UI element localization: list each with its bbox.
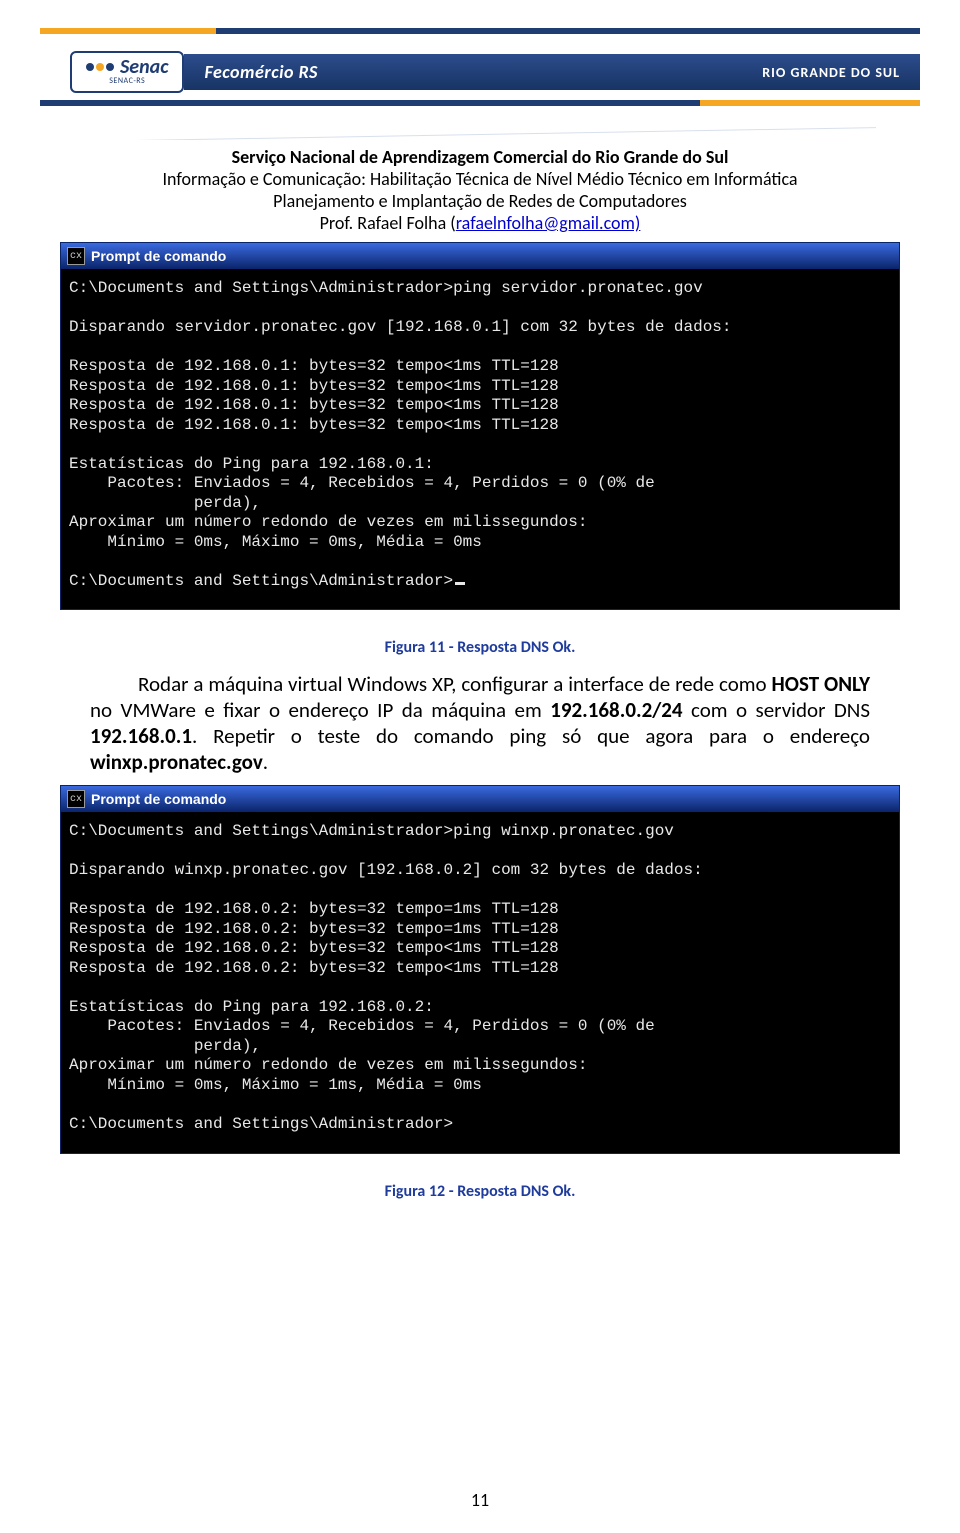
senac-logo: Senac SENAC-RS xyxy=(70,51,184,93)
logo-dot xyxy=(106,63,114,71)
cmd-line: Disparando winxp.pronatec.gov [192.168.0… xyxy=(69,861,703,879)
header-line-3: Planejamento e Implantação de Redes de C… xyxy=(80,190,880,212)
para-text: . xyxy=(263,749,268,775)
cmd-line: Resposta de 192.168.0.2: bytes=32 tempo<… xyxy=(69,939,559,957)
header-line-2: Informação e Comunicação: Habilitação Té… xyxy=(80,168,880,190)
cmd-line: perda), xyxy=(69,494,261,512)
cmd-line: Resposta de 192.168.0.1: bytes=32 tempo<… xyxy=(69,396,559,414)
cmd-line: Resposta de 192.168.0.2: bytes=32 tempo=… xyxy=(69,920,559,938)
cmd-line: C:\Documents and Settings\Administrador> xyxy=(69,572,453,590)
cmd-cursor xyxy=(455,582,465,585)
para-text: no VMWare e fixar o endereço IP da máqui… xyxy=(90,697,550,723)
cmd-output: C:\Documents and Settings\Administrador>… xyxy=(61,269,899,609)
banner-mid-bar: Fecomércio RS RIO GRANDE DO SUL xyxy=(184,54,920,90)
cmd-window-1: cx Prompt de comando C:\Documents and Se… xyxy=(60,242,900,610)
header-line-4: Prof. Rafael Folha (rafaelnfolha@gmail.c… xyxy=(80,212,880,234)
cmd-line: Mínimo = 0ms, Máximo = 1ms, Média = 0ms xyxy=(69,1076,482,1094)
cmd-line: C:\Documents and Settings\Administrador>… xyxy=(69,822,674,840)
cmd-line: Mínimo = 0ms, Máximo = 0ms, Média = 0ms xyxy=(69,533,482,551)
cmd-line: C:\Documents and Settings\Administrador> xyxy=(69,1115,453,1133)
para-text: com o servidor DNS xyxy=(683,697,870,723)
document-header-text: Serviço Nacional de Aprendizagem Comerci… xyxy=(80,146,880,234)
cmd-output: C:\Documents and Settings\Administrador>… xyxy=(61,812,899,1152)
para-bold: winxp.pronatec.gov xyxy=(90,749,263,775)
para-bold: 192.168.0.2/24 xyxy=(550,697,682,723)
cmd-titlebar: cx Prompt de comando xyxy=(61,243,899,269)
cmd-line: Pacotes: Enviados = 4, Recebidos = 4, Pe… xyxy=(69,474,655,492)
rgs-label: RIO GRANDE DO SUL xyxy=(762,64,900,81)
cmd-icon: cx xyxy=(67,247,85,265)
figure-caption-12: Figura 12 - Resposta DNS Ok. xyxy=(0,1182,960,1201)
banner-middle-row: Senac SENAC-RS Fecomércio RS RIO GRANDE … xyxy=(40,50,920,94)
logo-dot xyxy=(96,63,104,71)
senac-label: Senac xyxy=(120,57,168,77)
cmd-line: perda), xyxy=(69,1037,261,1055)
para-bold: 192.168.0.1 xyxy=(90,723,192,749)
cmd-line: Resposta de 192.168.0.1: bytes=32 tempo<… xyxy=(69,377,559,395)
fecomercio-label: Fecomércio RS xyxy=(204,61,317,83)
cmd-line: C:\Documents and Settings\Administrador>… xyxy=(69,279,703,297)
para-text: Rodar a máquina virtual Windows XP, conf… xyxy=(138,671,772,697)
banner-stripe-top xyxy=(40,28,920,34)
cmd-line: Resposta de 192.168.0.2: bytes=32 tempo=… xyxy=(69,900,559,918)
para-text: . Repetir o teste do comando ping só que… xyxy=(192,723,870,749)
cmd-line: Resposta de 192.168.0.1: bytes=32 tempo<… xyxy=(69,416,559,434)
header-prof-prefix: Prof. Rafael Folha ( xyxy=(320,212,456,234)
cmd-titlebar: cx Prompt de comando xyxy=(61,786,899,812)
cmd-title-text: Prompt de comando xyxy=(91,248,226,264)
page-number: 11 xyxy=(0,1489,960,1511)
cmd-line: Resposta de 192.168.0.1: bytes=32 tempo<… xyxy=(69,357,559,375)
letterhead-banner: Senac SENAC-RS Fecomércio RS RIO GRANDE … xyxy=(40,20,920,140)
cmd-icon: cx xyxy=(67,790,85,808)
para-bold: HOST ONLY xyxy=(772,671,870,697)
banner-swoosh xyxy=(84,101,876,140)
email-link[interactable]: rafaelnfolha@gmail.com) xyxy=(456,212,641,234)
cmd-line: Aproximar um número redondo de vezes em … xyxy=(69,513,587,531)
body-paragraph: Rodar a máquina virtual Windows XP, conf… xyxy=(90,671,870,775)
cmd-line: Estatísticas do Ping para 192.168.0.1: xyxy=(69,455,434,473)
header-line-1: Serviço Nacional de Aprendizagem Comerci… xyxy=(80,146,880,168)
cmd-line: Estatísticas do Ping para 192.168.0.2: xyxy=(69,998,434,1016)
figure-caption-11: Figura 11 - Resposta DNS Ok. xyxy=(0,638,960,657)
logo-dot xyxy=(86,63,94,71)
cmd-line: Aproximar um número redondo de vezes em … xyxy=(69,1056,587,1074)
cmd-window-2: cx Prompt de comando C:\Documents and Se… xyxy=(60,785,900,1153)
cmd-title-text: Prompt de comando xyxy=(91,791,226,807)
cmd-line: Disparando servidor.pronatec.gov [192.16… xyxy=(69,318,732,336)
cmd-line: Pacotes: Enviados = 4, Recebidos = 4, Pe… xyxy=(69,1017,655,1035)
cmd-line: Resposta de 192.168.0.2: bytes=32 tempo<… xyxy=(69,959,559,977)
